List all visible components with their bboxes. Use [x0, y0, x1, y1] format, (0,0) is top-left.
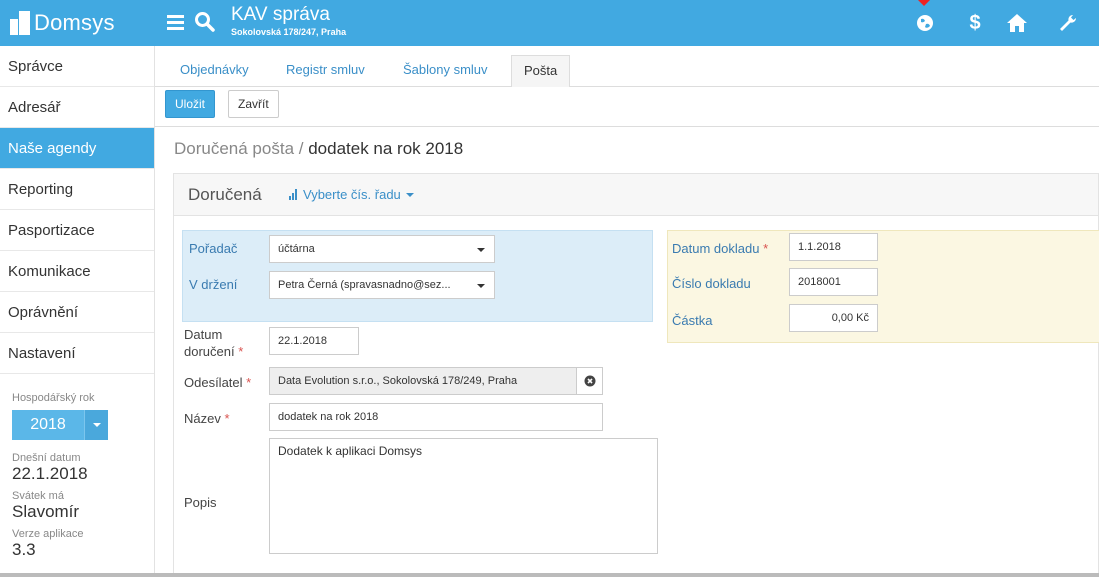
chevron-down-icon[interactable]: [84, 410, 108, 440]
module-tabs: Objednávky Registr smluv Šablony smluv P…: [155, 46, 1099, 87]
nazev-label: Název *: [184, 411, 230, 426]
series-dropdown[interactable]: Vyberte čís. řadu: [289, 187, 414, 202]
nameday-value: Slavomír: [12, 502, 80, 521]
castka-input[interactable]: 0,00 Kč: [789, 304, 878, 332]
datum-doruceni-label: Datum doručení *: [184, 327, 244, 359]
logo-text: Domsys: [34, 10, 115, 35]
sidebar-item-nase-agendy[interactable]: Naše agendy: [0, 128, 154, 169]
panel-header: Doručená Vyberte čís. řadu: [174, 174, 1098, 216]
dollar-icon[interactable]: $: [963, 11, 987, 35]
breadcrumb: Doručená pošta / dodatek na rok 2018: [174, 139, 463, 159]
caret-down-icon: [477, 248, 485, 252]
notification-indicator: [918, 0, 930, 6]
fiscal-year-label: Hospodářský rok: [12, 392, 95, 404]
building-icon: [10, 11, 32, 35]
sidebar-item-nastaveni[interactable]: Nastavení: [0, 333, 154, 374]
tab-objednavky[interactable]: Objednávky: [168, 55, 261, 87]
sidebar: Správce Adresář Naše agendy Reporting Pa…: [0, 46, 155, 577]
menu-icon[interactable]: [167, 12, 189, 34]
castka-label: Částka: [672, 313, 713, 328]
breadcrumb-parent[interactable]: Doručená pošta /: [174, 139, 303, 158]
sidebar-item-opravneni[interactable]: Oprávnění: [0, 292, 154, 333]
today-label: Dnešní datum: [12, 452, 81, 464]
logo[interactable]: Domsys: [10, 9, 115, 37]
popis-label: Popis: [184, 495, 217, 510]
sidebar-item-pasportizace[interactable]: Pasportizace: [0, 210, 154, 251]
tab-posta[interactable]: Pošta: [511, 55, 571, 87]
nazev-input[interactable]: dodatek na rok 2018: [269, 403, 603, 431]
fiscal-year-value[interactable]: 2018: [12, 410, 84, 440]
sidebar-item-komunikace[interactable]: Komunikace: [0, 251, 154, 292]
clear-sender-button[interactable]: [576, 367, 603, 395]
caret-down-icon: [405, 192, 414, 197]
document-panel: Doručená Vyberte čís. řadu Pořadač účtár…: [173, 173, 1099, 577]
document-info-box: Datum dokladu * 1.1.2018 Číslo dokladu 2…: [667, 230, 1099, 343]
wrench-icon[interactable]: [1056, 11, 1080, 35]
odesilatel-input[interactable]: Data Evolution s.r.o., Sokolovská 178/24…: [269, 367, 577, 395]
save-button[interactable]: Uložit: [165, 90, 216, 118]
filing-box: Pořadač účtárna V držení Petra Černá (sp…: [182, 230, 653, 322]
odesilatel-label: Odesílatel *: [184, 375, 252, 390]
sidebar-item-spravce[interactable]: Správce: [0, 46, 154, 87]
poradac-value: účtárna: [278, 243, 315, 255]
poradac-label: Pořadač: [189, 241, 238, 256]
globe-icon[interactable]: [913, 11, 937, 35]
popis-textarea[interactable]: Dodatek k aplikaci Domsys: [269, 438, 658, 554]
today-value: 22.1.2018: [12, 464, 88, 483]
caret-down-icon: [477, 284, 485, 288]
panel-title: Doručená: [188, 185, 262, 204]
cislo-dokladu-label: Číslo dokladu: [672, 276, 751, 291]
horizontal-scrollbar[interactable]: [0, 573, 1099, 577]
toolbar: Uložit Zavřít: [155, 87, 1099, 127]
home-icon[interactable]: [1005, 11, 1029, 35]
breadcrumb-current: dodatek na rok 2018: [308, 139, 464, 158]
top-bar: Domsys KAV správa Sokolovská 178/247, Pr…: [0, 0, 1099, 46]
version-label: Verze aplikace: [12, 528, 84, 540]
close-button[interactable]: Zavřít: [228, 90, 279, 118]
sidebar-info: Hospodářský rok 2018 Dnešní datum 22.1.2…: [0, 392, 154, 560]
poradac-select[interactable]: účtárna: [269, 235, 495, 263]
sidebar-item-adresar[interactable]: Adresář: [0, 87, 154, 128]
datum-dokladu-label: Datum dokladu *: [672, 241, 769, 256]
sidebar-item-reporting[interactable]: Reporting: [0, 169, 154, 210]
app-title: KAV správa: [231, 4, 330, 25]
close-circle-icon: [584, 375, 595, 387]
search-icon[interactable]: [193, 10, 217, 34]
tab-registr-smluv[interactable]: Registr smluv: [274, 55, 377, 87]
drzeni-select[interactable]: Petra Černá (spravasnadno@sez...: [269, 271, 495, 299]
datum-dokladu-input[interactable]: 1.1.2018: [789, 233, 878, 261]
nameday-label: Svátek má: [12, 490, 64, 502]
signal-bars-icon: [289, 189, 298, 200]
fiscal-year-select[interactable]: 2018: [12, 410, 108, 440]
version-value: 3.3: [12, 540, 36, 559]
drzeni-value: Petra Černá (spravasnadno@sez...: [278, 279, 451, 291]
series-label: Vyberte čís. řadu: [303, 187, 401, 202]
drzeni-label: V držení: [189, 277, 238, 292]
tab-sablony-smluv[interactable]: Šablony smluv: [391, 55, 500, 87]
cislo-dokladu-input[interactable]: 2018001: [789, 268, 878, 296]
datum-doruceni-input[interactable]: 22.1.2018: [269, 327, 359, 355]
main-content: Doručená pošta / dodatek na rok 2018 Dor…: [155, 127, 1099, 577]
app-subtitle: Sokolovská 178/247, Praha: [231, 27, 347, 37]
